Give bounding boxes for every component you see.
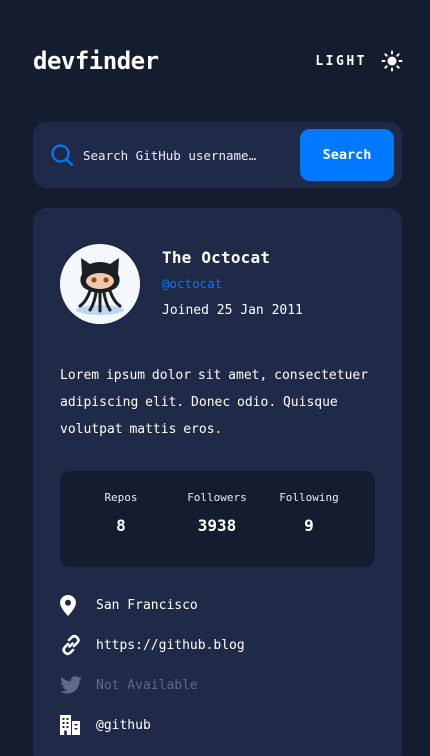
twitter-icon (60, 674, 84, 696)
link-icon (60, 634, 84, 656)
theme-toggle-label: LIGHT (315, 53, 367, 69)
profile-location: San Francisco (96, 597, 198, 613)
profile-bio: Lorem ipsum dolor sit amet, consectetuer… (60, 368, 369, 437)
stat-followers-value: 3938 (197, 516, 237, 535)
profile-company: @github (96, 717, 151, 733)
theme-toggle-button[interactable]: LIGHT (315, 47, 403, 75)
stat-followers: Followers 3938 (172, 491, 262, 535)
avatar (60, 244, 140, 324)
stat-repos: Repos 8 (76, 491, 166, 535)
profile-twitter: Not Available (96, 677, 198, 693)
stat-repos-value: 8 (116, 516, 126, 535)
building-icon (60, 714, 84, 736)
profile-card: The Octocat @octocat Joined 25 Jan 2011 … (33, 208, 402, 756)
link-row-location: San Francisco (60, 593, 390, 617)
app-header: devfinder LIGHT (33, 44, 403, 80)
profile-login-link[interactable]: @octocat (162, 276, 222, 291)
octocat-avatar-image (60, 244, 140, 324)
app-frame: devfinder LIGHT Search GitHub username… … (6, 2, 424, 756)
sun-icon (381, 50, 403, 72)
search-input[interactable] (83, 142, 293, 168)
link-row-blog: https://github.blog (60, 633, 390, 657)
profile-links: San Francisco https://github.blog Not Av… (60, 593, 390, 753)
stat-following: Following 9 (264, 491, 354, 535)
profile-blog-link[interactable]: https://github.blog (96, 638, 245, 653)
stat-repos-label: Repos (104, 491, 138, 504)
profile-stats: Repos 8 Followers 3938 Following 9 (60, 471, 375, 567)
profile-name: The Octocat (162, 248, 271, 267)
stat-following-label: Following (279, 491, 339, 504)
search-icon (51, 144, 74, 167)
search-bar: Search (33, 122, 402, 188)
app-logo: devfinder (33, 47, 159, 75)
link-row-twitter: Not Available (60, 673, 390, 697)
location-pin-icon (60, 594, 84, 616)
profile-joined-date: Joined 25 Jan 2011 (162, 303, 303, 318)
stat-following-value: 9 (304, 516, 314, 535)
search-button[interactable]: Search (300, 129, 394, 181)
stat-followers-label: Followers (187, 491, 247, 504)
link-row-company: @github (60, 713, 390, 737)
